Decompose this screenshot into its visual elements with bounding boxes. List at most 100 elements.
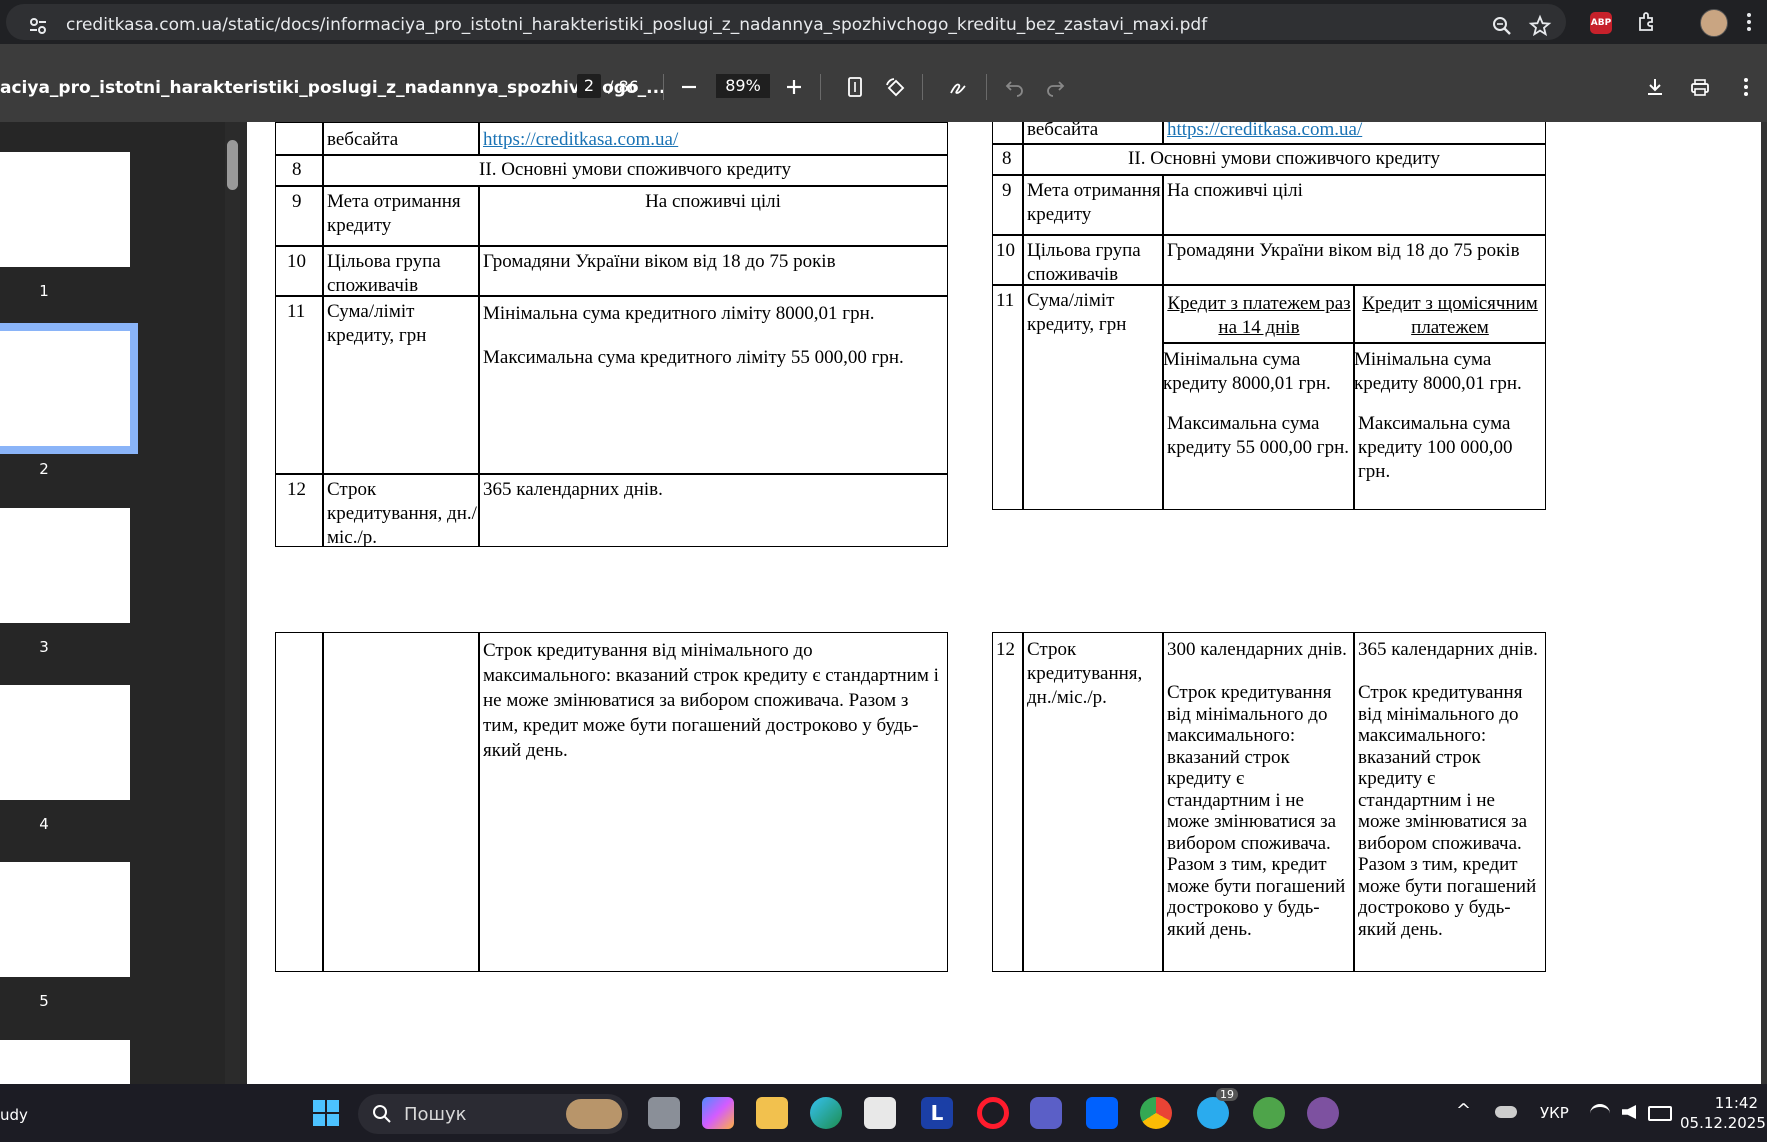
edge-icon[interactable] [810, 1097, 842, 1129]
clock-time[interactable]: 11:42 [1680, 1094, 1758, 1112]
row-number: 12 [287, 479, 306, 500]
row-number: 8 [292, 159, 302, 180]
page-number-input[interactable]: 2 [577, 74, 601, 98]
chrome-icon[interactable] [1140, 1097, 1172, 1129]
windows-taskbar: udy Пошук L 19 ^ УКР 11:42 05.12.2025 [0, 1084, 1767, 1142]
address-bar[interactable]: creditkasa.com.ua/static/docs/informaciy… [6, 4, 1566, 40]
thumbnail-page-4[interactable] [0, 685, 130, 800]
fit-page-icon[interactable] [844, 76, 866, 98]
website-link[interactable]: https://creditkasa.com.ua/ [1167, 122, 1362, 142]
thumbnail-page-3[interactable] [0, 508, 130, 623]
row-label: Мета отримання кредиту [327, 191, 461, 236]
section-title: ІІ. Основні умови споживчого кредиту [479, 159, 791, 180]
website-link[interactable]: https://creditkasa.com.ua/ [483, 128, 678, 152]
teams-icon[interactable] [1030, 1097, 1062, 1129]
row-value: 300 календарних днів. [1167, 639, 1347, 660]
viber-icon[interactable] [1307, 1097, 1339, 1129]
row-value: Мінімальна сума кредиту 8000,01 грн. [1354, 349, 1522, 394]
thumbnail-label: 5 [39, 992, 49, 1010]
undo-icon[interactable] [1004, 76, 1026, 98]
onedrive-icon[interactable] [1495, 1106, 1517, 1118]
section-title: ІІ. Основні умови споживчого кредиту [1128, 148, 1440, 169]
more-options-icon[interactable] [1735, 76, 1757, 98]
pdf-toolbar: aciya_pro_istotni_harakteristiki_poslugi… [0, 44, 1767, 122]
row-label: Сума/ліміт кредиту, грн [327, 301, 427, 346]
row-number: 11 [287, 301, 306, 322]
redo-icon[interactable] [1044, 76, 1066, 98]
row-number: 10 [996, 240, 1015, 261]
pdf-page-3: Строк кредитування від мінімального до м… [247, 596, 1761, 1084]
row-value: Максимальна сума кредиту 100 000,00 грн. [1358, 413, 1513, 482]
row-value: Строк кредитування від мінімального до м… [1167, 682, 1346, 940]
url-text[interactable]: creditkasa.com.ua/static/docs/informaciy… [66, 15, 1207, 35]
sidebar-scrollbar[interactable] [225, 122, 247, 1084]
row-value: 365 календарних днів. [1358, 639, 1538, 660]
row-value: На споживчі цілі [645, 191, 781, 212]
row-number: 12 [996, 639, 1015, 660]
start-icon[interactable] [310, 1097, 342, 1129]
chevron-up-icon[interactable]: ^ [1456, 1100, 1471, 1121]
table-cell [992, 632, 1024, 972]
row-label: Цільова група споживачів [327, 251, 441, 296]
toolbar-divider [986, 74, 987, 100]
thumbnail-label: 1 [39, 282, 49, 300]
more-icon[interactable] [1737, 10, 1761, 34]
annotate-icon[interactable] [948, 76, 970, 98]
rotate-icon[interactable] [884, 76, 906, 98]
website-label: вебсайта [327, 129, 399, 150]
language-indicator[interactable]: УКР [1540, 1104, 1569, 1122]
download-icon[interactable] [1644, 76, 1666, 98]
tune-icon[interactable] [28, 16, 48, 36]
thumbnail-page-2[interactable] [0, 331, 130, 446]
row-label: Строк кредитування, дн./міс./р. [1027, 639, 1143, 708]
clock-date[interactable]: 05.12.2025 [1680, 1114, 1766, 1132]
opera-icon[interactable] [977, 1097, 1009, 1129]
row-label: Мета отримання кредиту [1027, 180, 1161, 225]
files-icon[interactable] [648, 1097, 680, 1129]
profile-avatar[interactable] [1700, 9, 1728, 37]
dropbox-icon[interactable] [1086, 1097, 1118, 1129]
column-header: Кредит з платежем раз на 14 днів [1167, 293, 1351, 338]
row-value: Мінімальна сума кредиту 8000,01 грн. [1163, 349, 1331, 394]
row-number: 9 [292, 191, 302, 212]
table-cell [275, 632, 324, 972]
row-value: Максимальна сума кредитного ліміту 55 00… [483, 347, 904, 368]
zoom-out-icon[interactable] [678, 76, 700, 98]
browser-topbar: creditkasa.com.ua/static/docs/informaciy… [0, 0, 1767, 44]
thumbnail-label: 4 [39, 815, 49, 833]
utorrent-icon[interactable] [1253, 1097, 1285, 1129]
battery-icon[interactable] [1648, 1106, 1672, 1121]
table-cell [275, 122, 324, 156]
zoom-icon[interactable] [1490, 14, 1514, 38]
row-number: 11 [996, 290, 1015, 311]
zoom-level-input[interactable]: 89% [716, 74, 770, 98]
row-number: 9 [1002, 180, 1012, 201]
volume-icon[interactable] [1622, 1105, 1636, 1119]
table-cell [992, 284, 1024, 510]
print-icon[interactable] [1689, 76, 1711, 98]
search-icon [373, 1105, 391, 1123]
row-value: Мінімальна сума кредитного ліміту 8000,0… [483, 303, 875, 324]
document-title: aciya_pro_istotni_harakteristiki_poslugi… [0, 78, 666, 98]
column-header: Кредит з щомісячним платежем [1362, 293, 1538, 338]
zoom-in-icon[interactable] [783, 76, 805, 98]
pdf-viewer[interactable]: вебсайта https://creditkasa.com.ua/ 8 ІІ… [247, 122, 1767, 1084]
file-explorer-icon[interactable] [756, 1097, 788, 1129]
l-app-icon[interactable]: L [921, 1097, 953, 1129]
wifi-icon[interactable] [1590, 1104, 1610, 1123]
thumbnail-page-1[interactable] [0, 152, 130, 267]
adblock-icon[interactable]: ABP [1590, 12, 1612, 34]
telegram-badge: 19 [1216, 1088, 1238, 1101]
toolbar-divider [922, 74, 923, 100]
telegram-icon[interactable] [1197, 1097, 1229, 1129]
bookmark-star-icon[interactable] [1528, 14, 1552, 38]
table-cell [992, 122, 1024, 145]
row-number: 8 [1002, 148, 1012, 169]
copilot-icon[interactable] [702, 1097, 734, 1129]
store-icon[interactable] [864, 1097, 896, 1129]
thumbnail-page-5[interactable] [0, 862, 130, 977]
row-label: Сума/ліміт кредиту, грн [1027, 290, 1127, 335]
extensions-icon[interactable] [1635, 10, 1659, 34]
taskbar-search[interactable] [358, 1094, 628, 1134]
sidebar-scrollbar-thumb[interactable] [227, 140, 238, 190]
